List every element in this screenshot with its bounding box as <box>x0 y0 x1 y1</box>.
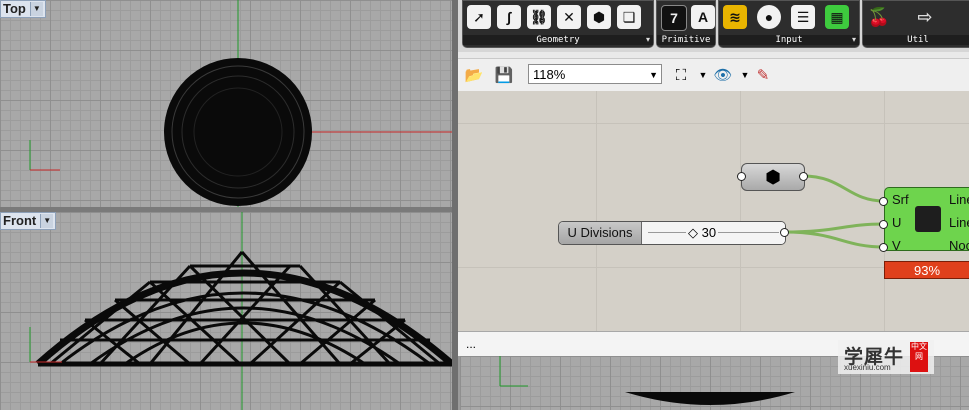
zoom-dropdown[interactable]: 118% ▼ <box>528 64 662 84</box>
sphere-icon[interactable]: ⬢ <box>587 5 611 29</box>
dome-front-wireframe <box>35 251 452 367</box>
output-nodes: Noc <box>949 238 969 253</box>
progress-bar: 93% <box>884 261 969 279</box>
link-icon[interactable]: ⛓ <box>527 5 551 29</box>
toolbar-group-label: Geometry <box>463 35 653 45</box>
viewport-tab-front[interactable]: Front ▼ <box>0 212 57 230</box>
viewport-tab-top[interactable]: Top ▼ <box>0 0 46 18</box>
letter-a-icon[interactable]: A <box>691 5 715 29</box>
watermark-url: xuexiniu.com <box>844 363 891 372</box>
watermark-badge: 中文网 <box>910 342 928 372</box>
chevron-down-icon[interactable]: ▼ <box>40 214 54 228</box>
input-port-v[interactable] <box>879 243 888 252</box>
input-srf: Srf <box>892 192 909 207</box>
zoom-extents-icon[interactable]: ⛶ <box>670 65 692 85</box>
graph-icon[interactable]: ≋ <box>723 5 747 29</box>
progress-label: 93% <box>913 263 941 278</box>
canvas-toolbar: 📂 💾 118% ▼ ⛶ ▼ 👁 ▼ ✎ <box>458 58 969 92</box>
curve-icon[interactable]: ∫ <box>497 5 521 29</box>
sketch-pen-icon[interactable]: ✎ <box>752 65 774 85</box>
grasshopper-canvas[interactable]: ⬢ U Divisions ◇ 30 Srf U V Line Line Noc… <box>458 91 969 331</box>
list-icon[interactable]: ☰ <box>791 5 815 29</box>
zoom-value: 118% <box>533 67 566 82</box>
top-viewport[interactable]: Top ▼ <box>0 0 452 208</box>
chevron-down-icon: ▼ <box>649 70 658 80</box>
toolbar-group-util[interactable]: 🍒 ⇨ Util <box>862 0 969 48</box>
save-file-icon[interactable]: 💾 <box>493 65 515 85</box>
component-toolbar: ➚ ∫ ⛓ ✕ ⬢ ❏ Geometry ▾ 7 A Primitive ≋ ●… <box>458 0 969 52</box>
toolbar-group-primitive[interactable]: 7 A Primitive <box>656 0 716 48</box>
toolbar-group-label: Primitive <box>657 35 715 45</box>
dome-top-outline <box>164 58 312 206</box>
front-viewport[interactable]: Front ▼ <box>0 212 452 410</box>
front-view-drawing <box>29 212 452 410</box>
grasshopper-window: ➚ ∫ ⛓ ✕ ⬢ ❏ Geometry ▾ 7 A Primitive ≋ ●… <box>458 0 969 356</box>
slider-name: U Divisions <box>559 222 642 244</box>
open-file-icon[interactable]: 📂 <box>463 65 485 85</box>
cherries-icon[interactable]: 🍒 <box>867 5 891 29</box>
arrow-right-icon[interactable]: ⇨ <box>913 5 937 29</box>
chevron-down-icon[interactable]: ▼ <box>692 65 714 85</box>
slider-grip-icon: ◇ <box>688 225 698 240</box>
toolbar-group-geometry[interactable]: ➚ ∫ ⛓ ✕ ⬢ ❏ Geometry ▾ <box>462 0 654 48</box>
toolbar-group-input[interactable]: ≋ ● ☰ ▦ Input ▾ <box>718 0 860 48</box>
grid-icon[interactable]: ▦ <box>825 5 849 29</box>
geometry-container[interactable]: ⬢ <box>741 163 805 191</box>
pages-icon[interactable]: ❏ <box>617 5 641 29</box>
toolbar-group-label: Input <box>719 35 859 45</box>
cross-icon[interactable]: ✕ <box>557 5 581 29</box>
output-port[interactable] <box>780 228 789 237</box>
output-line-1: Line <box>949 192 969 207</box>
mesh-grid-icon <box>915 206 941 232</box>
input-port-u[interactable] <box>879 220 888 229</box>
toolbar-group-label: Util <box>863 35 969 45</box>
expand-icon[interactable]: ▾ <box>646 35 650 45</box>
viewport-title-top: Top <box>3 1 26 16</box>
input-port-srf[interactable] <box>879 197 888 206</box>
arrow-tool-icon[interactable]: ➚ <box>467 5 491 29</box>
surface-lines-component[interactable]: Srf U V Line Line Noc <box>884 187 969 253</box>
slider-track[interactable]: ◇ 30 <box>642 222 785 244</box>
slider-value[interactable]: ◇ 30 <box>686 222 719 244</box>
input-port[interactable] <box>737 172 746 181</box>
expand-icon[interactable]: ▾ <box>852 35 856 45</box>
output-line-2: Line <box>949 215 969 230</box>
number-7-icon[interactable]: 7 <box>661 5 687 31</box>
input-v: V <box>892 238 901 253</box>
circle-icon[interactable]: ● <box>757 5 781 29</box>
preview-eye-icon[interactable]: 👁 <box>712 65 734 85</box>
top-view-drawing <box>29 0 452 208</box>
status-text: ... <box>466 337 477 351</box>
slider-value-text: 30 <box>701 225 717 240</box>
site-watermark: 学犀牛 中文网 xuexiniu.com <box>838 340 934 374</box>
chevron-down-icon[interactable]: ▼ <box>29 2 43 16</box>
viewport-title-front: Front <box>3 213 37 228</box>
hexagon-icon: ⬢ <box>765 166 781 187</box>
u-divisions-slider[interactable]: U Divisions ◇ 30 <box>558 221 786 245</box>
input-u: U <box>892 215 902 230</box>
output-port[interactable] <box>799 172 808 181</box>
